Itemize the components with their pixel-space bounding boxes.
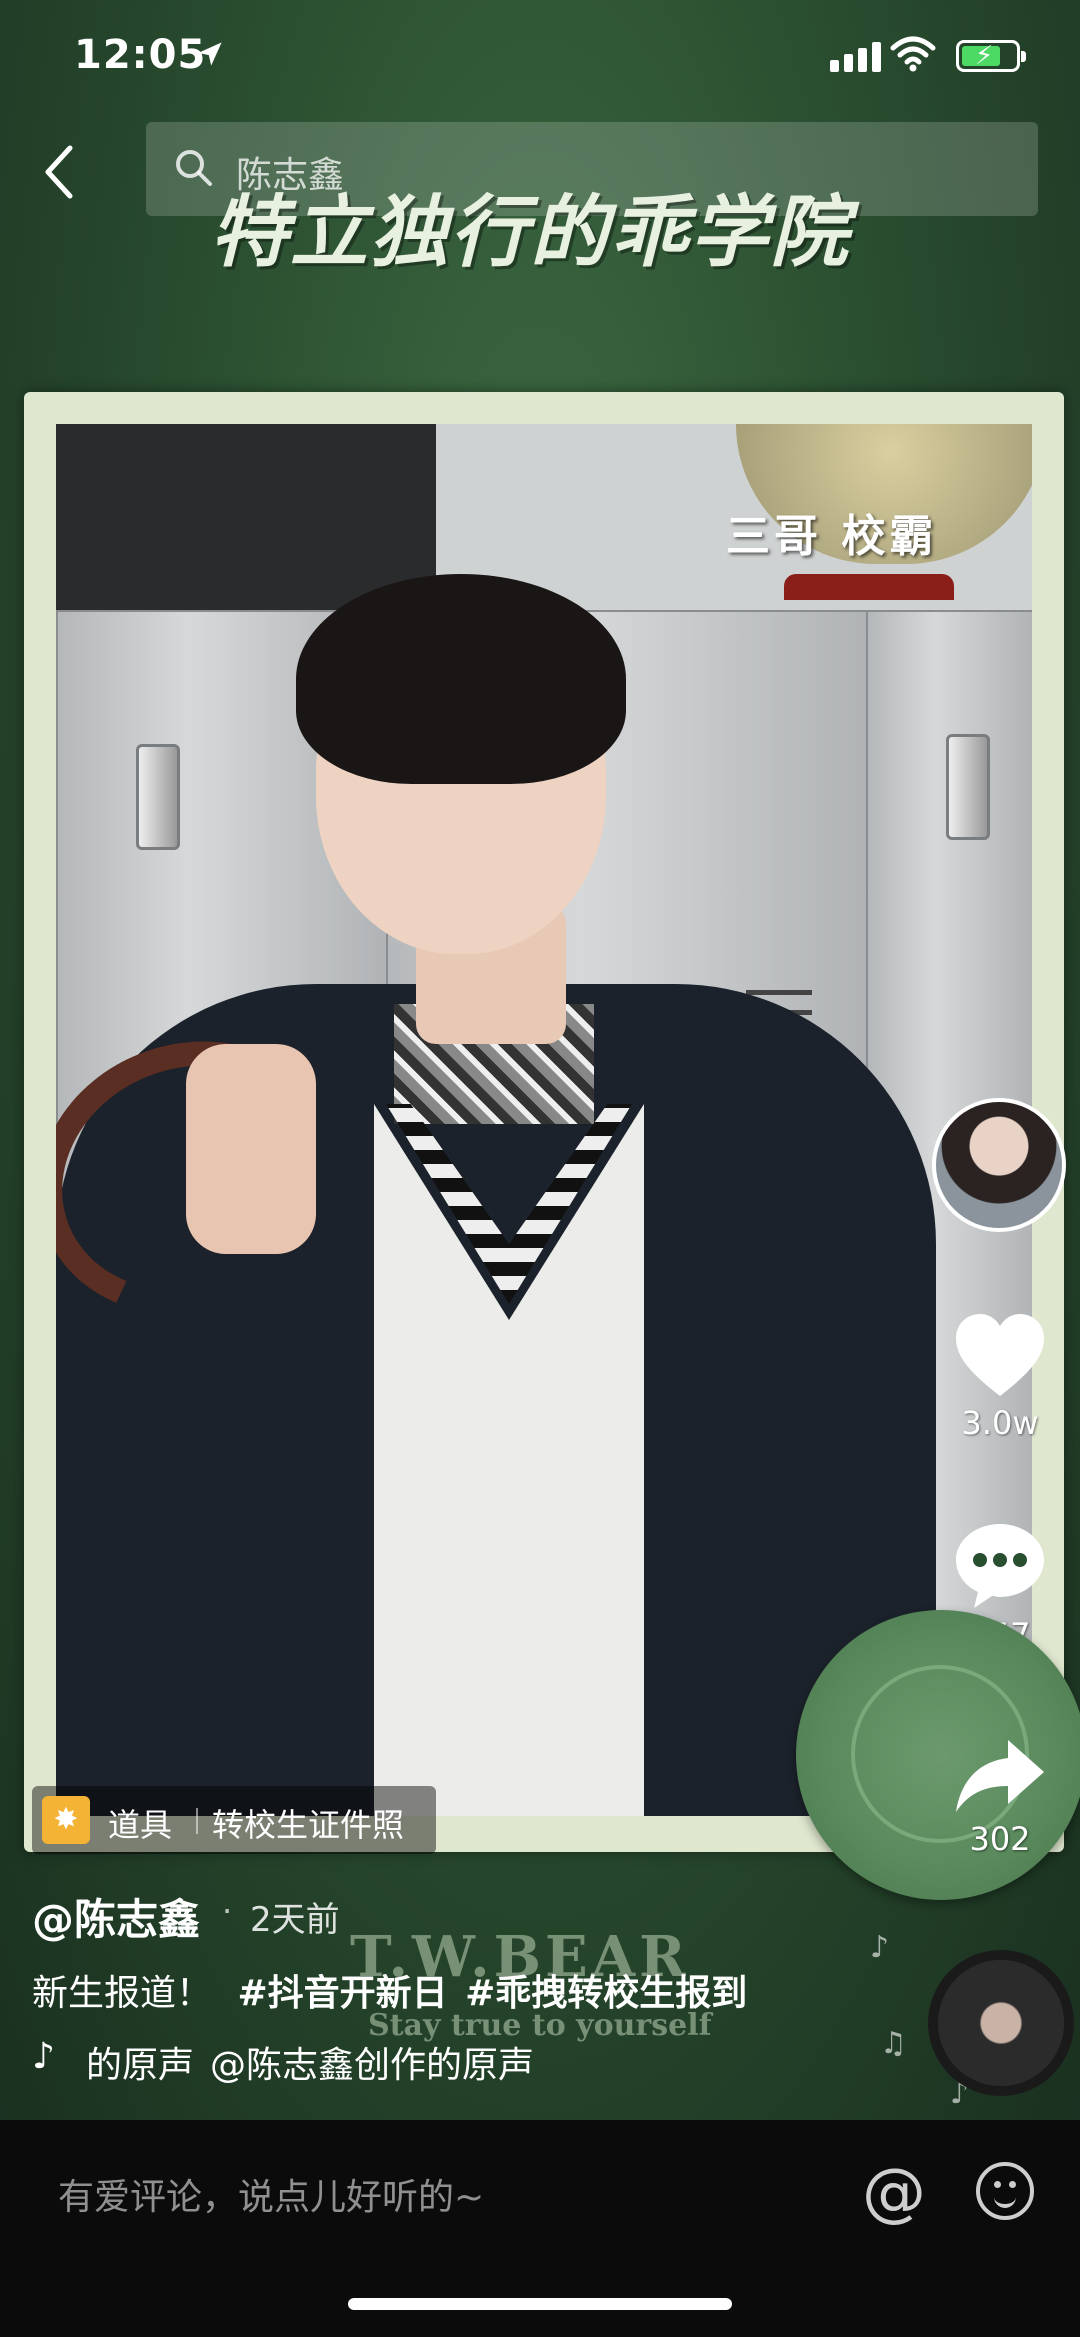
music-note-icon: ♪: [950, 2076, 970, 2111]
author-avatar[interactable]: [932, 1098, 1066, 1232]
status-time: 12:05: [74, 32, 207, 78]
like-button[interactable]: 3.0w: [940, 1312, 1060, 1442]
post-description: 新生报道！ #抖音开新日 #乖拽转校生报到: [32, 1964, 747, 2016]
share-arrow-icon: [956, 1740, 1044, 1812]
post-time: 2天前: [250, 1900, 340, 1940]
post-text: 新生报道！: [32, 1973, 213, 2014]
music-prefix[interactable]: 的原声: [86, 2036, 194, 2088]
tiktok-note-icon: ♪: [32, 2036, 55, 2077]
props-divider: [196, 1808, 198, 1834]
emoji-icon[interactable]: [976, 2162, 1034, 2220]
video-banner-title: 特立独行的乖学院: [210, 188, 851, 278]
comment-bubble-icon: [956, 1524, 1044, 1608]
music-disc[interactable]: [938, 1960, 1064, 2086]
battery-icon: ⚡: [956, 40, 1026, 72]
wifi-icon: [890, 36, 936, 72]
mention-at-icon[interactable]: @: [862, 2156, 926, 2230]
location-arrow-icon: [198, 42, 222, 66]
props-name: 转校生证件照: [212, 1806, 405, 1844]
share-button[interactable]: 302: [940, 1736, 1060, 1858]
separator-dot: ·: [222, 1892, 233, 1930]
music-note-icon: ♪: [870, 1930, 890, 1965]
video-photo[interactable]: [56, 424, 1032, 1816]
video-overlay-caption: 三哥 校霸: [726, 511, 938, 562]
comment-input[interactable]: 有爱评论，说点儿好听的~: [58, 2168, 484, 2220]
search-icon: [176, 150, 212, 186]
status-bar: 12:05 ⚡: [0, 0, 1080, 110]
music-title[interactable]: @陈志鑫创作的原声: [210, 2036, 534, 2088]
back-arrow-icon[interactable]: [40, 142, 80, 202]
props-chip[interactable]: ✸ 道具 转校生证件照: [32, 1786, 436, 1854]
heart-icon: [956, 1314, 1044, 1396]
music-note-icon: ♫: [880, 2026, 907, 2061]
home-indicator: [348, 2298, 732, 2310]
sparkle-icon: ✸: [42, 1796, 90, 1844]
like-count: 3.0w: [961, 1404, 1039, 1442]
hashtag-link[interactable]: #乖拽转校生报到: [465, 1973, 747, 2014]
author-name[interactable]: @陈志鑫: [32, 1886, 200, 1947]
props-label: 道具: [108, 1806, 173, 1844]
share-count: 302: [969, 1820, 1031, 1858]
hashtag-link[interactable]: #抖音开新日: [237, 1973, 447, 2014]
